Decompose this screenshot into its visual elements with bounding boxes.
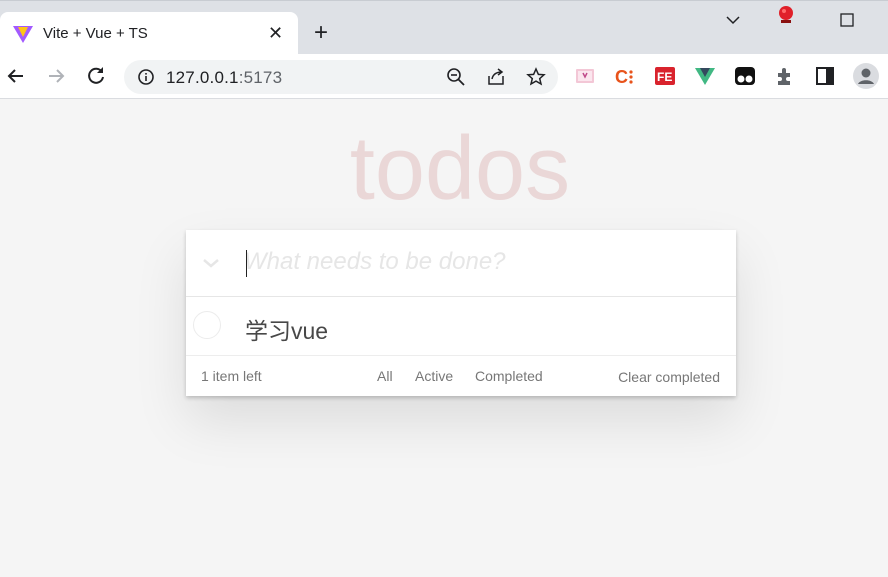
todo-footer: 1 item left All Active Completed Clear c… bbox=[186, 356, 736, 396]
page-viewport: todos 学习vue 1 item left All Active Compl… bbox=[0, 99, 888, 577]
todo-header bbox=[186, 230, 736, 297]
avatar[interactable] bbox=[853, 63, 879, 89]
new-todo-input[interactable] bbox=[244, 242, 714, 282]
svg-text:FE: FE bbox=[657, 70, 672, 84]
page-title: todos bbox=[349, 119, 571, 219]
tab-strip: Vite + Vue + TS ✕ + bbox=[0, 0, 888, 55]
todo-toggle-checkbox[interactable] bbox=[193, 311, 221, 339]
zoom-out-icon[interactable] bbox=[446, 67, 466, 87]
reload-icon[interactable] bbox=[84, 64, 108, 88]
side-panel-icon[interactable] bbox=[814, 65, 836, 87]
csdn-extension-icon[interactable]: C bbox=[614, 65, 636, 87]
svg-text:C: C bbox=[615, 67, 628, 87]
url-host: 127.0.0.1 bbox=[166, 68, 239, 87]
list-item[interactable]: 学习vue bbox=[186, 297, 736, 356]
address-bar[interactable]: 127.0.0.1:5173 bbox=[124, 60, 558, 94]
url-text[interactable]: 127.0.0.1:5173 bbox=[166, 68, 282, 88]
clear-completed-button[interactable]: Clear completed bbox=[618, 369, 720, 385]
info-icon[interactable] bbox=[136, 67, 156, 87]
forward-arrow-icon[interactable] bbox=[44, 64, 68, 88]
tab-close-icon[interactable]: ✕ bbox=[268, 21, 283, 45]
todo-app: 学习vue 1 item left All Active Completed C… bbox=[186, 230, 736, 396]
filter-all-link[interactable]: All bbox=[377, 368, 393, 384]
toggle-all-chevron-icon[interactable] bbox=[200, 252, 222, 274]
fe-helper-extension-icon[interactable]: FE bbox=[654, 65, 676, 87]
extensions-puzzle-icon[interactable] bbox=[774, 65, 796, 87]
reading-extension-icon[interactable] bbox=[574, 65, 596, 87]
vite-logo-icon bbox=[13, 26, 33, 43]
share-icon[interactable] bbox=[486, 67, 506, 87]
maximize-window-icon[interactable] bbox=[836, 9, 858, 31]
items-left-count: 1 item left bbox=[201, 368, 262, 384]
url-port: :5173 bbox=[238, 68, 283, 87]
filter-active-link[interactable]: Active bbox=[415, 368, 453, 384]
vue-devtools-icon[interactable] bbox=[694, 65, 716, 87]
bookmark-star-icon[interactable] bbox=[526, 67, 546, 87]
todo-label[interactable]: 学习vue bbox=[245, 312, 328, 346]
back-arrow-icon[interactable] bbox=[4, 64, 28, 88]
profile-mascot-icon[interactable] bbox=[775, 4, 797, 26]
tab-title: Vite + Vue + TS bbox=[43, 25, 148, 42]
filter-completed-link[interactable]: Completed bbox=[475, 368, 543, 384]
tab-search-chevron-icon[interactable] bbox=[722, 9, 744, 31]
browser-toolbar: 127.0.0.1:5173 C FE bbox=[0, 54, 888, 99]
browser-tab[interactable]: Vite + Vue + TS ✕ bbox=[0, 12, 298, 55]
new-tab-button[interactable]: + bbox=[314, 21, 328, 45]
text-caret bbox=[246, 250, 247, 277]
tampermonkey-icon[interactable] bbox=[734, 65, 756, 87]
